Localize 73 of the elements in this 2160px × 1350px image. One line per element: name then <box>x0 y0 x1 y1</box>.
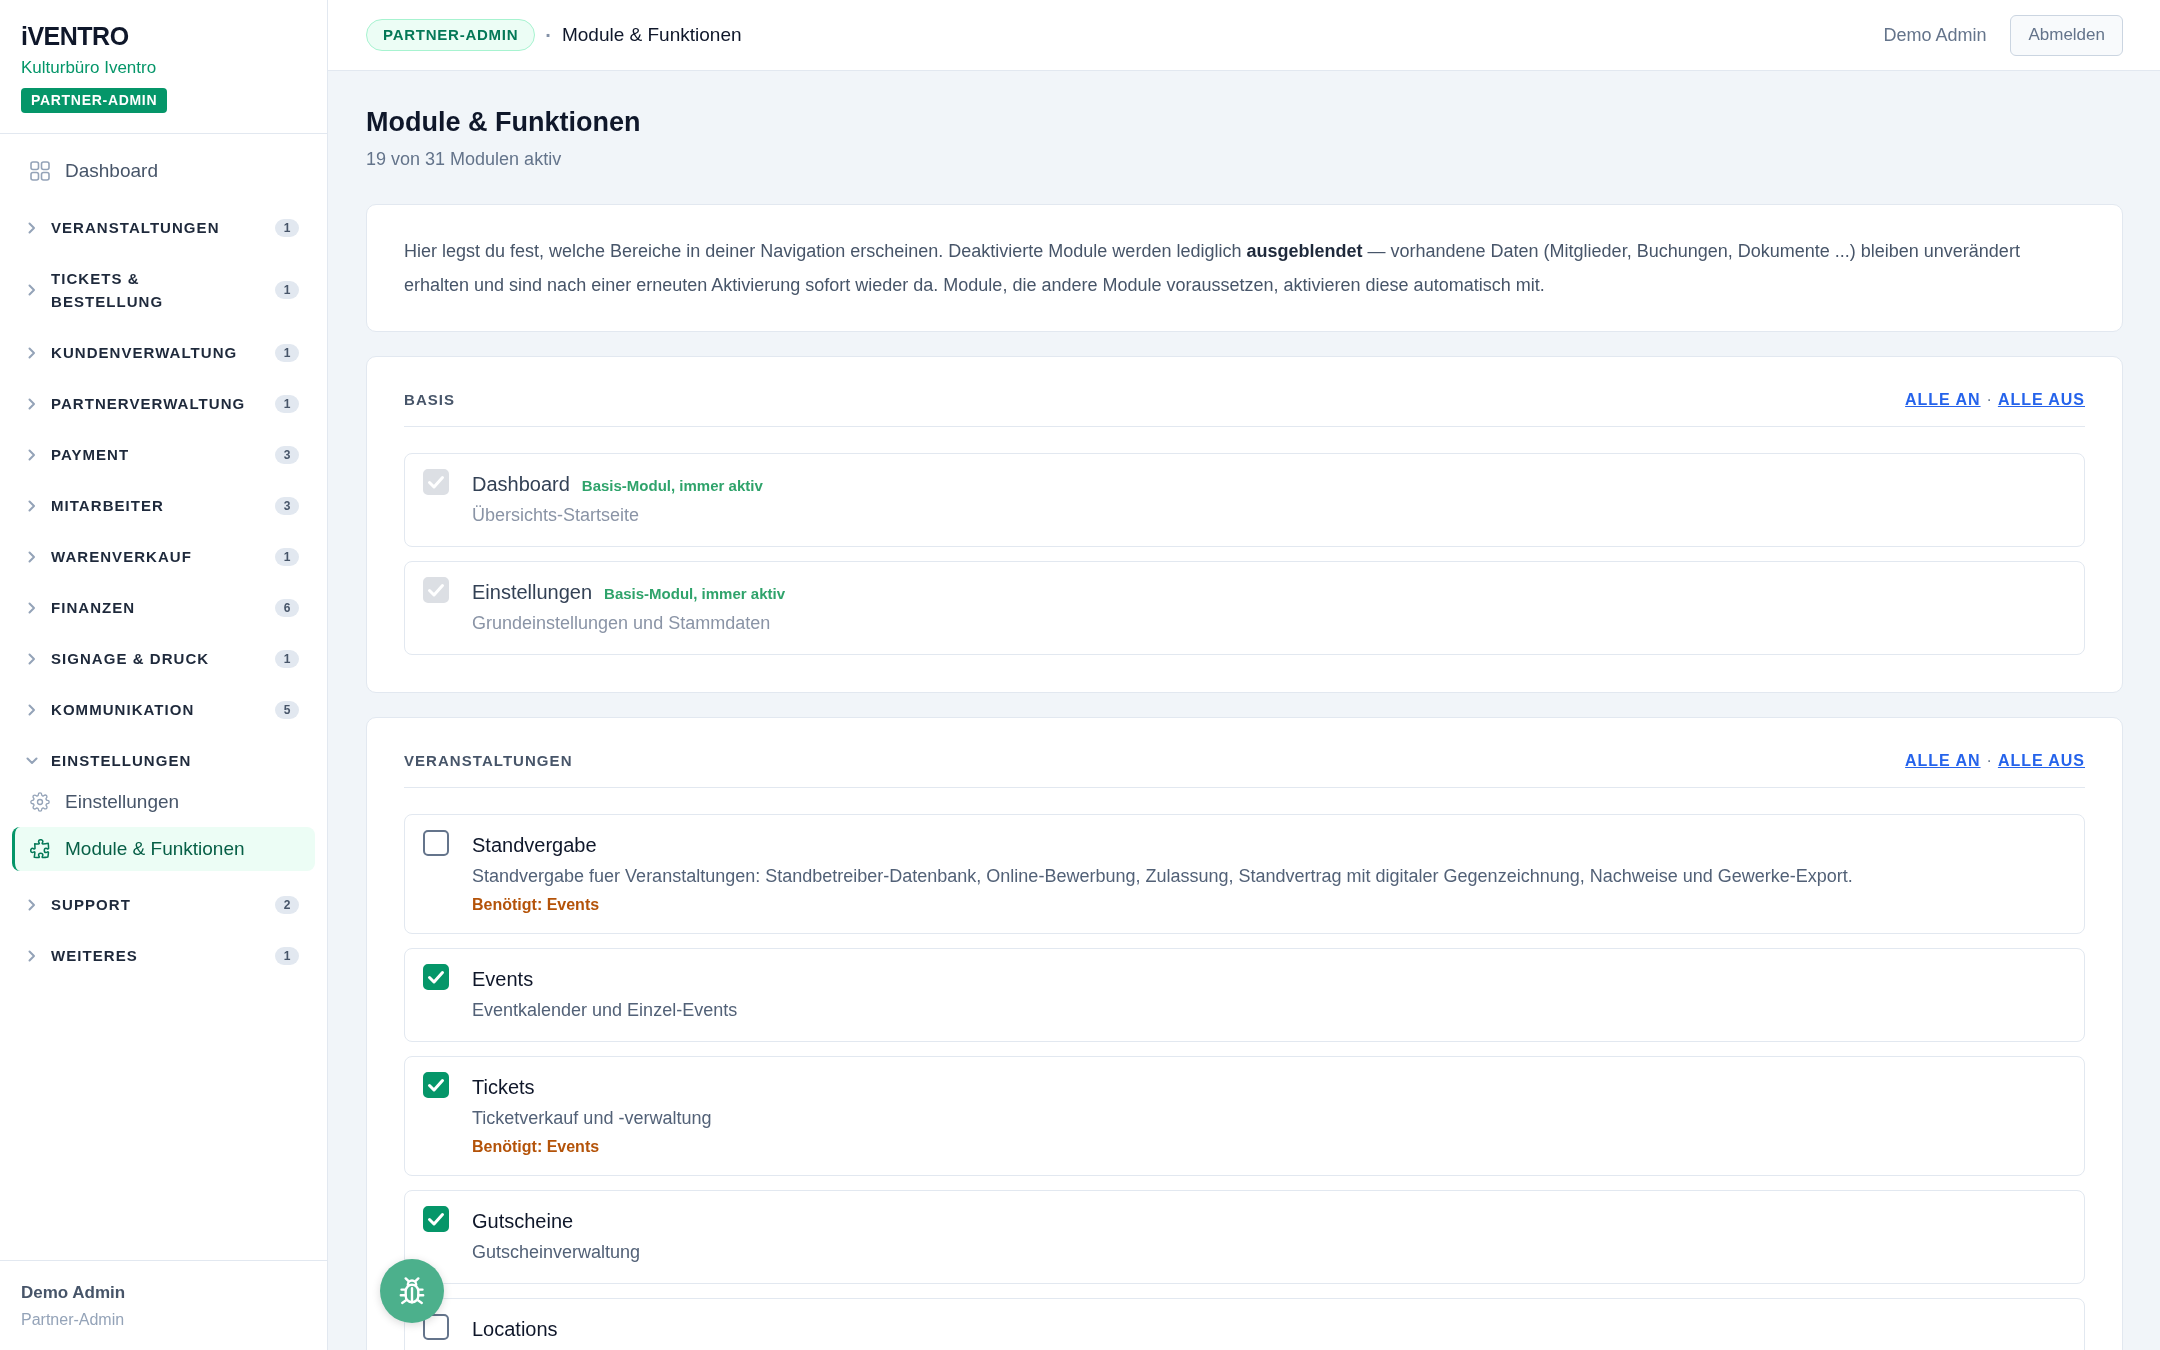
role-badge: PARTNER-ADMIN <box>21 88 168 113</box>
page-title: Module & Funktionen <box>366 106 642 139</box>
module-name: Events <box>472 967 534 992</box>
module-description: Übersichts-Startseite <box>472 504 641 527</box>
module-requirement: Benötigt: Events <box>472 895 601 915</box>
deselect-all-link[interactable]: ALLE AUS <box>1997 389 2085 411</box>
sidebar-group[interactable]: PARTNERVERWALTUNG 1 <box>12 378 315 429</box>
brand-logo: iVENTRO <box>21 21 130 52</box>
select-all-link[interactable]: ALLE AN <box>1905 750 1981 772</box>
deselect-all-link[interactable]: ALLE AUS <box>1997 750 2085 772</box>
page-subtitle: 19 von 31 Modulen aktiv <box>366 148 563 171</box>
select-all-link[interactable]: ALLE AN <box>1905 389 1981 411</box>
grid-icon <box>30 161 50 181</box>
checkbox[interactable] <box>423 964 449 990</box>
sidebar-group[interactable]: TICKETS & BESTELLUNG 1 <box>12 253 315 327</box>
module-description: Grundeinstellungen und Stammdaten <box>472 612 772 635</box>
breadcrumb-separator: · <box>545 23 552 47</box>
module-name: Locations <box>472 1317 558 1342</box>
user-role: Partner-Admin <box>21 1310 126 1330</box>
gear-icon <box>30 792 50 812</box>
module-requirement: Benötigt: Events <box>472 1137 601 1157</box>
count-badge: 1 <box>275 946 299 965</box>
count-badge: 1 <box>275 547 299 566</box>
checkbox[interactable] <box>423 1072 449 1098</box>
module-name: Tickets <box>472 1075 535 1100</box>
sidebar-group[interactable]: MITARBEITER 3 <box>12 480 315 531</box>
user-name: Demo Admin <box>21 1282 127 1304</box>
sidebar-group[interactable]: KUNDENVERWALTUNG 1 <box>12 327 315 378</box>
sidebar-item[interactable]: Dashboard <box>12 148 315 194</box>
module-name: Dashboard <box>472 472 570 497</box>
sidebar-group[interactable]: PAYMENT 3 <box>12 429 315 480</box>
info-text: Hier legst du fest, welche Bereiche in deiner Navigation erscheinen. Deaktivierte Module werden lediglich ausgeblendet — vorhandene Daten (Mitglieder, Buchungen, Dokumente ...) bleiben unverändert erhalten und sind nach einer erneuten Aktivierung sofort wieder da. Module, die andere Module voraussetzen, aktivieren diese automatisch mit. <box>404 240 2021 297</box>
sidebar-group[interactable]: KOMMUNIKATION 5 <box>12 684 315 735</box>
count-badge: 1 <box>275 649 299 668</box>
count-badge: 6 <box>275 598 299 617</box>
bug-icon <box>399 1277 425 1305</box>
sidebar-group[interactable]: WARENVERKAUF 1 <box>12 531 315 582</box>
sidebar-group[interactable]: VERANSTALTUNGEN 1 <box>12 202 315 253</box>
module-description: Standvergabe fuer Veranstaltungen: Standbetreiber-Datenbank, Online-Bewerbung, Zulassung, Standvertrag mit digitaler Gegenzeichnung, Nachweise und Gewerke-Export. <box>472 865 1853 888</box>
link-separator: · <box>1986 390 1992 410</box>
module-tag: Basis-Modul, immer aktiv <box>581 471 763 501</box>
logout-button[interactable]: Abmelden <box>2010 14 2123 56</box>
checkbox[interactable] <box>423 830 449 856</box>
organization-name: Kulturbüro Iventro <box>21 57 158 79</box>
count-badge: 1 <box>275 343 299 362</box>
count-badge: 1 <box>275 281 299 299</box>
module-name: Standvergabe <box>472 833 597 858</box>
sidebar-group[interactable]: SUPPORT 2 <box>12 879 315 930</box>
count-badge: 3 <box>275 445 299 464</box>
module-description: Eventkalender und Einzel-Events <box>472 999 738 1022</box>
section-title: BASIS <box>404 390 456 410</box>
module-description: Ticketverkauf und -verwaltung <box>472 1107 712 1130</box>
checkbox[interactable] <box>423 1314 449 1340</box>
link-separator: · <box>1986 751 1992 771</box>
module-description: Gutscheinverwaltung <box>472 1241 641 1264</box>
section-title: VERANSTALTUNGEN <box>404 751 573 771</box>
count-badge: 1 <box>275 218 299 237</box>
count-badge: 1 <box>275 394 299 413</box>
sidebar-group[interactable]: FINANZEN 6 <box>12 582 315 633</box>
breadcrumb-title: Module & Funktionen <box>561 24 742 46</box>
sidebar-item[interactable]: Module & Funktionen <box>12 827 315 871</box>
checkbox[interactable] <box>423 1206 449 1232</box>
module-tag: Basis-Modul, immer aktiv <box>604 579 785 609</box>
count-badge: 2 <box>275 895 299 914</box>
count-badge: 3 <box>275 496 299 515</box>
user-name: Demo Admin <box>1883 24 1987 46</box>
puzzle-icon <box>30 839 50 859</box>
sidebar-group[interactable]: SIGNAGE & DRUCK 1 <box>12 633 315 684</box>
module-name: Gutscheine <box>472 1209 574 1234</box>
count-badge: 5 <box>275 700 299 719</box>
module-name: Einstellungen <box>472 580 593 605</box>
sidebar-group[interactable]: WEITERES 1 <box>12 930 315 981</box>
role-badge: PARTNER-ADMIN <box>366 19 536 51</box>
